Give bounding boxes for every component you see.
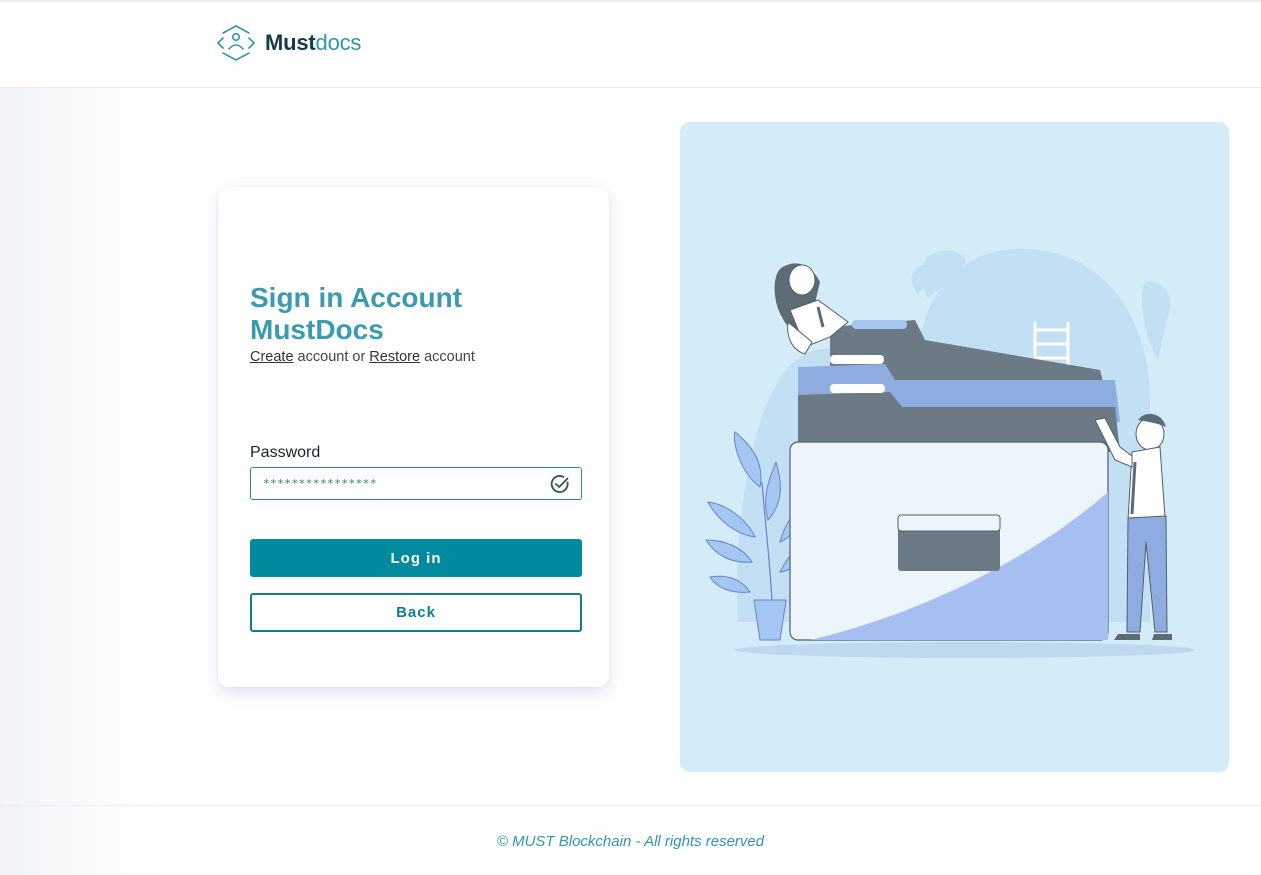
page-footer: © MUST Blockchain - All rights reserved [0, 805, 1261, 875]
page-title: Sign in Account MustDocs [250, 282, 463, 345]
brand-logo[interactable]: Mustdocs [216, 24, 361, 62]
documents-folder-illustration [705, 248, 1195, 658]
restore-account-link[interactable]: Restore [369, 349, 420, 365]
brand-name: Mustdocs [265, 30, 361, 56]
brand-name-part1: Must [265, 30, 316, 55]
hexagon-user-icon [216, 25, 256, 61]
create-account-link[interactable]: Create [250, 349, 294, 365]
password-input[interactable]: **************** [250, 467, 582, 500]
sign-in-card: Sign in Account MustDocs Create account … [218, 187, 609, 687]
subtitle-middle-text: account or [293, 349, 370, 365]
password-value: **************** [263, 477, 377, 490]
top-header: Mustdocs [0, 0, 1261, 88]
check-circle-icon [550, 475, 569, 493]
illustration-panel [680, 122, 1229, 772]
copyright-text: © MUST Blockchain - All rights reserved [496, 833, 765, 850]
subtitle-end-text: account [420, 349, 475, 365]
log-in-button[interactable]: Log in [250, 539, 582, 577]
brand-name-part2: docs [315, 30, 362, 55]
password-label: Password [250, 444, 321, 461]
account-links: Create account or Restore account [250, 349, 475, 365]
back-button[interactable]: Back [250, 593, 582, 632]
